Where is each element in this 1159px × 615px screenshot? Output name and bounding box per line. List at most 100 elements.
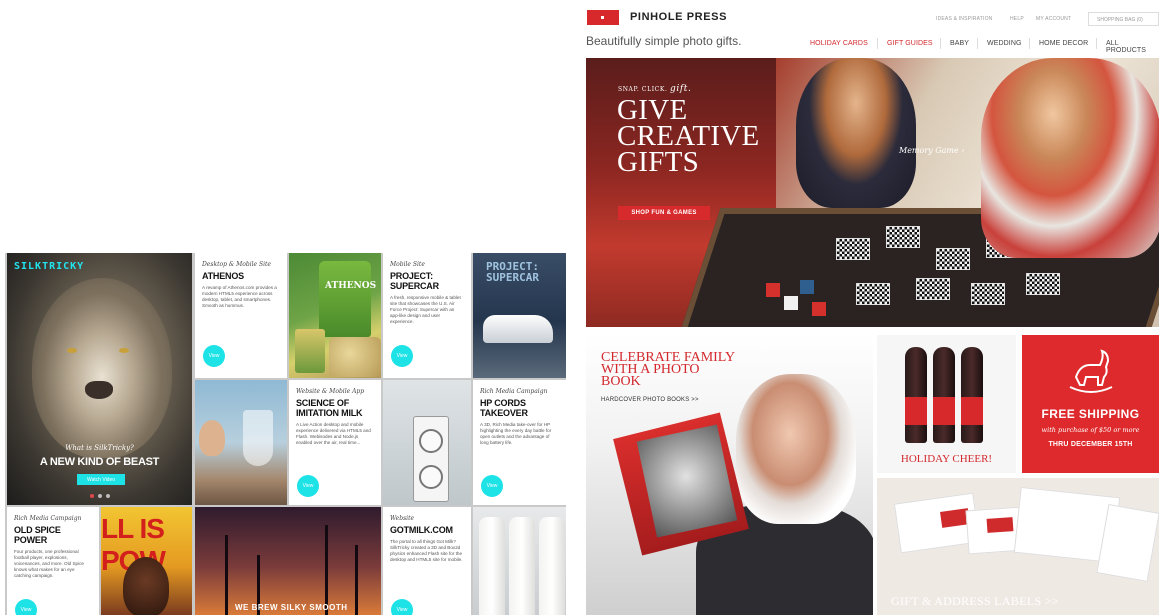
free-shipping-condition: with purchase of $50 or more: [1041, 426, 1140, 434]
holiday-cheer-promo[interactable]: HOLIDAY CHEER!: [877, 335, 1016, 473]
brand-name[interactable]: PINHOLE PRESS: [630, 11, 727, 23]
nav-divider: [1096, 38, 1097, 49]
util-link-account[interactable]: MY ACCOUNT: [1036, 16, 1071, 22]
free-shipping-promo[interactable]: FREE SHIPPING with purchase of $50 or mo…: [1022, 335, 1159, 473]
card-category: Desktop & Mobile Site: [202, 261, 271, 268]
memory-card: [856, 283, 890, 305]
feature-headline: A NEW KIND OF BEAST: [39, 456, 160, 468]
holiday-cheer-caption[interactable]: HOLIDAY CHEER!: [877, 453, 1016, 465]
nav-divider: [1029, 38, 1030, 49]
got-milk-palm-image[interactable]: WE BREW SILKY SMOOTH: [195, 507, 381, 615]
palm-tree: [225, 535, 228, 615]
photo-book-headline: CELEBRATE FAMILY WITH A PHOTO BOOK: [601, 350, 736, 389]
nav-home-decor[interactable]: HOME DECOR: [1039, 40, 1088, 47]
card-description: A 3D, Rich Media take-over for HP highli…: [480, 422, 552, 445]
carousel-dots[interactable]: [90, 494, 110, 498]
nav-wedding[interactable]: WEDDING: [987, 40, 1022, 47]
free-shipping-headline: FREE SHIPPING: [1041, 407, 1140, 421]
memory-card: [971, 283, 1005, 305]
milk-bottles-image[interactable]: [473, 507, 566, 615]
card-description: Four products, one professional football…: [14, 549, 84, 578]
supercar-image[interactable]: PROJECT: SUPERCAR: [473, 253, 566, 378]
feature-question: What is SilkTricky?: [65, 444, 134, 452]
lion-eye: [67, 348, 77, 353]
wine-label: [961, 397, 983, 425]
view-button[interactable]: View: [297, 475, 319, 497]
project-card-science-milk[interactable]: Website & Mobile App SCIENCE OF IMITATIO…: [289, 380, 381, 505]
wine-label: [933, 397, 955, 425]
flask-figure: [243, 410, 273, 466]
free-shipping-date: THRU DECEMBER 15TH: [1048, 441, 1133, 448]
carousel-dot[interactable]: [106, 494, 110, 498]
wine-bottle: [933, 347, 955, 443]
card-title[interactable]: GOTMILK.COM: [390, 525, 464, 535]
child-figure: [199, 420, 225, 456]
old-spice-image[interactable]: LL IS POW: [101, 507, 192, 615]
outlet-socket: [419, 465, 443, 489]
athenos-image[interactable]: ATHENOS: [289, 253, 381, 378]
view-button[interactable]: View: [391, 599, 413, 615]
hardcover-books-link[interactable]: HARDCOVER PHOTO BOOKS >>: [601, 397, 699, 403]
nav-divider: [940, 38, 941, 49]
pinhole-logo-icon[interactable]: [587, 10, 619, 25]
nav-divider: [877, 38, 878, 49]
nav-gift-guides[interactable]: GIFT GUIDES: [887, 40, 933, 47]
photo-book-promo[interactable]: CELEBRATE FAMILY WITH A PHOTO BOOK HARDC…: [586, 334, 873, 615]
feta-tub: [295, 329, 325, 373]
card-category: Rich Media Campaign: [14, 515, 82, 522]
child-left-figure: [796, 58, 916, 208]
hero-banner[interactable]: SNAP. CLICK. gift. GIVE CREATIVE GIFTS S…: [586, 58, 1159, 327]
wine-label: [905, 397, 927, 425]
card-title[interactable]: PROJECT: SUPERCAR: [390, 271, 464, 291]
project-card-athenos[interactable]: Desktop & Mobile Site ATHENOS A revamp o…: [195, 253, 287, 378]
car-image: [483, 315, 553, 343]
view-button[interactable]: View: [15, 599, 37, 615]
shopping-bag-button[interactable]: SHOPPING BAG (0): [1088, 12, 1159, 26]
carousel-dot[interactable]: [98, 494, 102, 498]
athenos-bag-label: ATHENOS: [325, 281, 377, 291]
hp-cords-image[interactable]: [383, 380, 471, 505]
card-title[interactable]: HP CORDS TAKEOVER: [480, 398, 559, 418]
memory-game-link[interactable]: Memory Game ›: [899, 146, 964, 155]
science-milk-image[interactable]: [195, 380, 287, 505]
nav-all-products[interactable]: ALL PRODUCTS: [1106, 40, 1159, 54]
pita-chips: [329, 337, 381, 377]
memory-card: [1026, 273, 1060, 295]
address-label: [986, 517, 1014, 533]
gift-address-labels-link[interactable]: GIFT & ADDRESS LABELS >>: [891, 594, 1059, 609]
project-card-gotmilk[interactable]: Website GOTMILK.COM The portal to all th…: [383, 507, 471, 615]
view-button[interactable]: View: [481, 475, 503, 497]
project-card-hp-cords[interactable]: Rich Media Campaign HP CORDS TAKEOVER A …: [473, 380, 566, 505]
view-button[interactable]: View: [391, 345, 413, 367]
card-title[interactable]: ATHENOS: [202, 271, 280, 281]
tagline: Beautifully simple photo gifts.: [586, 34, 742, 48]
wine-bottle: [905, 347, 927, 443]
card-description: The portal to all things Got Milk? SilkT…: [390, 539, 463, 562]
memory-card: [886, 226, 920, 248]
hummus-chips-bag: [319, 261, 371, 337]
nav-baby[interactable]: BABY: [950, 40, 969, 47]
nav-divider: [977, 38, 978, 49]
carousel-dot[interactable]: [90, 494, 94, 498]
silktricky-feature-tile[interactable]: SILKTRICKY What is SilkTricky? A NEW KIN…: [7, 253, 192, 505]
toy-cube: [766, 283, 780, 297]
view-button[interactable]: View: [203, 345, 225, 367]
project-card-supercar[interactable]: Mobile Site PROJECT: SUPERCAR A fresh, r…: [383, 253, 471, 378]
watch-video-button[interactable]: Watch Video: [77, 474, 125, 485]
silktricky-logo[interactable]: SILKTRICKY: [14, 261, 84, 272]
football-player-figure: [123, 557, 169, 615]
lion-eye: [119, 348, 129, 353]
card-category: Rich Media Campaign: [480, 388, 548, 395]
shop-fun-games-button[interactable]: SHOP FUN & GAMES: [618, 206, 710, 220]
util-link-ideas[interactable]: IDEAS & INSPIRATION: [936, 16, 993, 22]
rocking-horse-icon: [1069, 349, 1113, 393]
nav-holiday-cards[interactable]: HOLIDAY CARDS: [810, 40, 868, 47]
milk-bottle: [539, 517, 565, 615]
card-title[interactable]: OLD SPICE POWER: [14, 525, 92, 545]
gift-labels-promo[interactable]: GIFT & ADDRESS LABELS >>: [877, 478, 1159, 615]
card-category: Mobile Site: [390, 261, 425, 268]
memory-card: [936, 248, 970, 270]
card-title[interactable]: SCIENCE OF IMITATION MILK: [296, 398, 374, 418]
project-card-old-spice[interactable]: Rich Media Campaign OLD SPICE POWER Four…: [7, 507, 99, 615]
util-link-help[interactable]: HELP: [1010, 16, 1024, 22]
